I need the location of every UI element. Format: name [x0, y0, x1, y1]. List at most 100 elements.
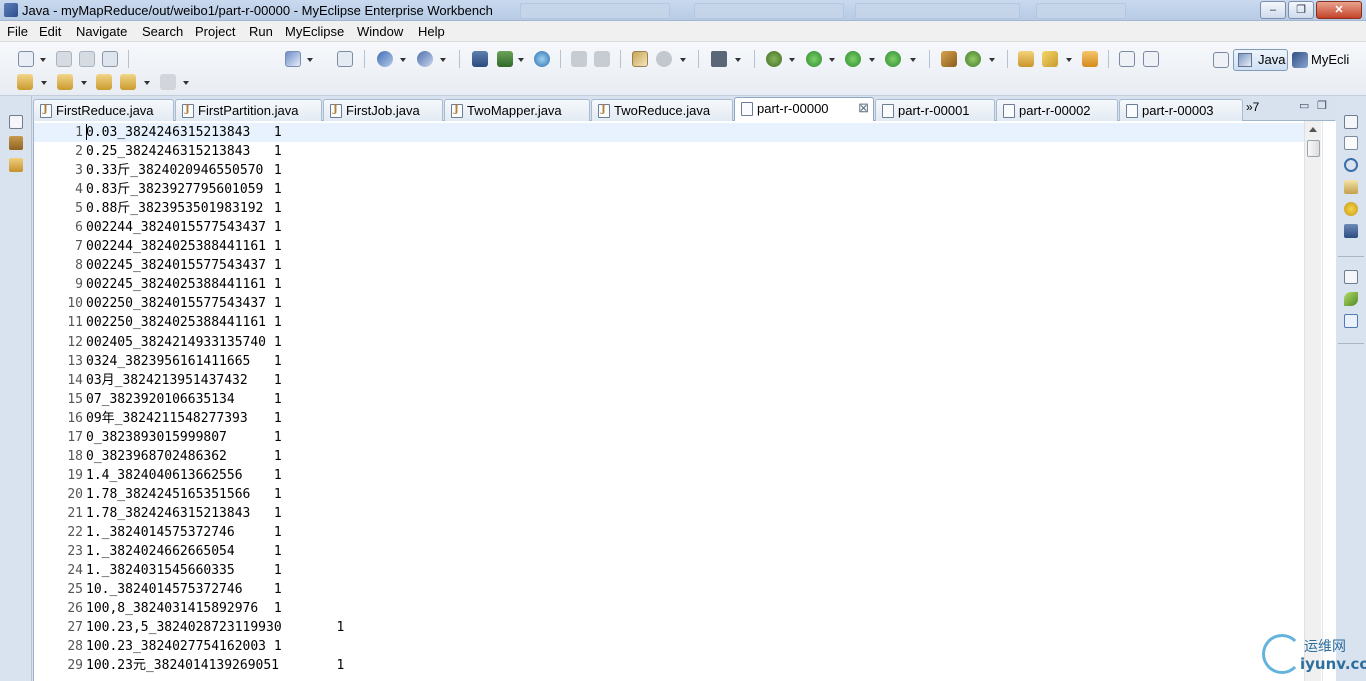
- menu-file[interactable]: File: [7, 24, 28, 39]
- line-text[interactable]: 002244_3824015577543437 1: [86, 218, 282, 237]
- editor-line[interactable]: 20 1.78_3824245165351566 1: [34, 485, 1304, 504]
- new-project-icon[interactable]: [285, 51, 301, 67]
- editor-line[interactable]: 28 100.23_3824027754162003 1: [34, 637, 1304, 656]
- deploy-icon[interactable]: [472, 51, 488, 67]
- editor-line[interactable]: 25 10._3824014575372746 1: [34, 580, 1304, 599]
- menu-edit[interactable]: Edit: [39, 24, 61, 39]
- line-text[interactable]: 100.23元_3824014139269051 1: [86, 656, 344, 675]
- next-annotation-icon[interactable]: [594, 51, 610, 67]
- editor-line[interactable]: 17 0_3823893015999807 1: [34, 428, 1304, 447]
- line-text[interactable]: 002245_3824025388441161 1: [86, 275, 282, 294]
- browser-icon[interactable]: [534, 51, 550, 67]
- save-icon[interactable]: [56, 51, 72, 67]
- close-button[interactable]: ✕: [1316, 1, 1362, 19]
- line-text[interactable]: 002250_3824025388441161 1: [86, 313, 282, 332]
- editor-line[interactable]: 22 1._3824014575372746 1: [34, 523, 1304, 542]
- console-icon[interactable]: [1344, 224, 1358, 238]
- text-editor[interactable]: 1 0.03_3824246315213843 1 2 0.25_3824246315…: [33, 121, 1336, 681]
- minimize-button[interactable]: –: [1260, 1, 1286, 19]
- declaration-icon[interactable]: [1344, 180, 1358, 194]
- menu-myeclipse[interactable]: MyEclipse: [285, 24, 344, 39]
- tab-part-r-00000[interactable]: part-r-00000 ⊠: [734, 97, 874, 122]
- show-whitespace-icon[interactable]: [1143, 51, 1159, 67]
- chevron-down-icon[interactable]: [989, 58, 995, 62]
- editor-line[interactable]: 19 1.4_3824040613662556 1: [34, 466, 1304, 485]
- tab-firstjob[interactable]: FirstJob.java: [323, 99, 443, 121]
- open-perspective-icon[interactable]: [1213, 52, 1229, 68]
- scrollbar-thumb[interactable]: [1307, 140, 1320, 157]
- line-text[interactable]: 002244_3824025388441161 1: [86, 237, 282, 256]
- menu-run[interactable]: Run: [249, 24, 273, 39]
- chevron-down-icon[interactable]: [41, 81, 47, 85]
- chevron-down-icon[interactable]: [144, 81, 150, 85]
- chevron-down-icon[interactable]: [183, 81, 189, 85]
- editor-line[interactable]: 2 0.25_3824246315213843 1: [34, 142, 1304, 161]
- line-text[interactable]: 1.4_3824040613662556 1: [86, 466, 282, 485]
- editor-line[interactable]: 18 0_3823968702486362 1: [34, 447, 1304, 466]
- editor-line[interactable]: 29 100.23元_3824014139269051 1: [34, 656, 1304, 675]
- line-text[interactable]: 100.23,5_3824028723119930 1: [86, 618, 344, 637]
- editor-line[interactable]: 5 0.88斤_3823953501983192 1: [34, 199, 1304, 218]
- myeclipse-perspective-label[interactable]: MyEcli: [1311, 52, 1349, 67]
- scroll-up-icon[interactable]: [1309, 127, 1317, 132]
- outline-icon[interactable]: [1344, 292, 1358, 306]
- chevron-down-icon[interactable]: [789, 58, 795, 62]
- editor-line[interactable]: 7 002244_3824025388441161 1: [34, 237, 1304, 256]
- restore-icon[interactable]: [9, 115, 23, 129]
- minimize-view-icon[interactable]: ▭: [1299, 99, 1309, 112]
- line-text[interactable]: 100,8_3824031415892976 1: [86, 599, 282, 618]
- toggle-block-icon[interactable]: [1119, 51, 1135, 67]
- editor-line[interactable]: 14 03月_3824213951437432 1: [34, 371, 1304, 390]
- editor-line[interactable]: 11 002250_3824025388441161 1: [34, 313, 1304, 332]
- menu-search[interactable]: Search: [142, 24, 183, 39]
- editor-line[interactable]: 9 002245_3824025388441161 1: [34, 275, 1304, 294]
- line-text[interactable]: 1.78_3824245165351566 1: [86, 485, 282, 504]
- wand-icon[interactable]: [1042, 51, 1058, 67]
- open-task-icon[interactable]: [1082, 51, 1098, 67]
- line-text[interactable]: 1._3824024662665054 1: [86, 542, 282, 561]
- close-icon[interactable]: ⊠: [858, 100, 869, 116]
- line-text[interactable]: 0.25_3824246315213843 1: [86, 142, 282, 161]
- editor-line[interactable]: 4 0.83斤_3823927795601059 1: [34, 180, 1304, 199]
- run-icon[interactable]: [806, 51, 822, 67]
- tab-overflow-button[interactable]: »7: [1246, 100, 1259, 114]
- task-list-icon[interactable]: [1344, 314, 1358, 328]
- line-text[interactable]: 03月_3824213951437432 1: [86, 371, 282, 390]
- references-icon[interactable]: [417, 51, 433, 67]
- editor-lines[interactable]: 1 0.03_3824246315213843 1 2 0.25_3824246315…: [34, 123, 1304, 675]
- line-text[interactable]: 0.83斤_3823927795601059 1: [86, 180, 282, 199]
- new-icon[interactable]: [18, 51, 34, 67]
- menu-window[interactable]: Window: [357, 24, 403, 39]
- editor-line[interactable]: 1 0.03_3824246315213843 1: [34, 123, 1304, 143]
- chevron-down-icon[interactable]: [1066, 58, 1072, 62]
- line-text[interactable]: 07_3823920106635134 1: [86, 390, 282, 409]
- editor-line[interactable]: 27 100.23,5_3824028723119930 1: [34, 618, 1304, 637]
- chevron-down-icon[interactable]: [518, 58, 524, 62]
- new-class-icon[interactable]: [965, 51, 981, 67]
- forward-icon[interactable]: [160, 74, 176, 90]
- tab-firstpartition[interactable]: FirstPartition.java: [175, 99, 322, 121]
- line-text[interactable]: 0_3823968702486362 1: [86, 447, 282, 466]
- chevron-down-icon[interactable]: [400, 58, 406, 62]
- tab-twomapper[interactable]: TwoMapper.java: [444, 99, 590, 121]
- servers-icon[interactable]: [1344, 202, 1358, 216]
- menu-help[interactable]: Help: [418, 24, 445, 39]
- search-icon[interactable]: [377, 51, 393, 67]
- line-text[interactable]: 1._3824031545660335 1: [86, 561, 282, 580]
- open-type-icon[interactable]: [337, 51, 353, 67]
- line-text[interactable]: 002250_3824015577543437 1: [86, 294, 282, 313]
- line-text[interactable]: 1._3824014575372746 1: [86, 523, 282, 542]
- editor-line[interactable]: 12 002405_3824214933135740 1: [34, 333, 1304, 352]
- javadoc-icon[interactable]: [1344, 158, 1358, 172]
- chevron-down-icon[interactable]: [735, 58, 741, 62]
- open-file-icon[interactable]: [632, 51, 648, 67]
- line-text[interactable]: 002245_3824015577543437 1: [86, 256, 282, 275]
- line-text[interactable]: 0.88斤_3823953501983192 1: [86, 199, 282, 218]
- chevron-down-icon[interactable]: [910, 58, 916, 62]
- problems-icon[interactable]: [1344, 136, 1358, 150]
- line-text[interactable]: 10._3824014575372746 1: [86, 580, 282, 599]
- hierarchy-icon[interactable]: [9, 158, 23, 172]
- editor-line[interactable]: 3 0.33斤_3824020946550570 1: [34, 161, 1304, 180]
- menu-project[interactable]: Project: [195, 24, 235, 39]
- chevron-down-icon[interactable]: [869, 58, 875, 62]
